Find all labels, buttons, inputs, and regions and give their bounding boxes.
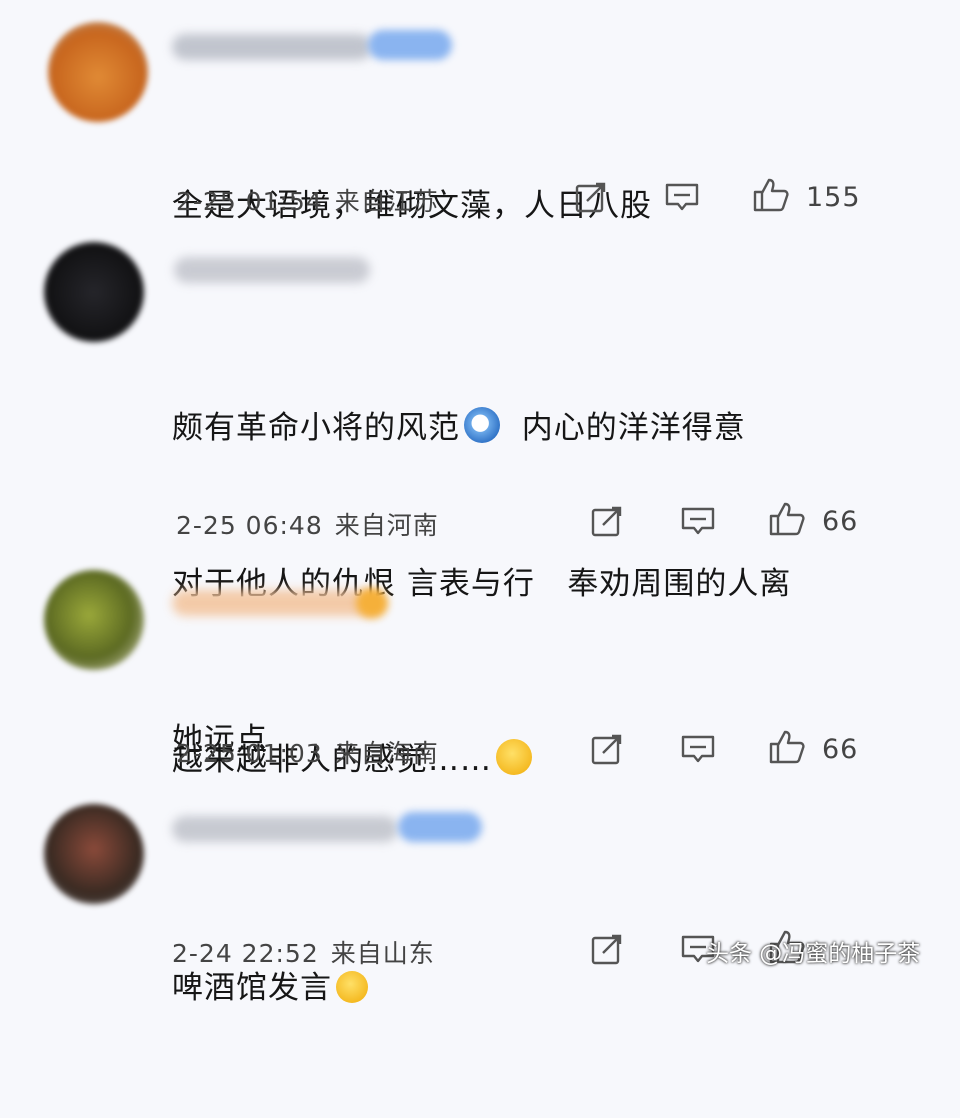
avatar[interactable]: [48, 22, 148, 122]
comment-date: 2-25 01:03: [176, 739, 323, 768]
avatar[interactable]: [44, 242, 144, 342]
repost-icon[interactable]: [590, 504, 624, 538]
comment-meta: 2-25 01:54 来自江苏: [176, 182, 439, 218]
comment-line: 颇有革命小将的风范 内心的洋洋得意: [172, 402, 791, 454]
comment-meta: 2-25 06:48 来自河南: [176, 506, 439, 542]
doge-emoji-icon: [464, 407, 500, 443]
comment-text: 啤酒馆发言: [172, 858, 368, 1118]
username-blurred[interactable]: [174, 257, 370, 283]
like-icon[interactable]: [752, 176, 790, 214]
comment-location: 来自江苏: [334, 187, 439, 216]
repost-icon[interactable]: [574, 180, 608, 214]
comment-date: 2-25 06:48: [176, 511, 323, 540]
comment-meta: 2-25 01:03 来自海南: [176, 734, 439, 770]
comment-line-part: 颇有革命小将的风范: [172, 410, 460, 446]
user-badge: [398, 812, 482, 842]
comment-date: 2-25 01:54: [176, 187, 323, 216]
comment-location: 来自海南: [334, 739, 439, 768]
comment-location: 来自河南: [334, 511, 439, 540]
like-count: 155: [806, 182, 861, 213]
comment-icon[interactable]: [680, 732, 716, 766]
username-blurred[interactable]: [172, 34, 372, 60]
like-count: 66: [822, 734, 859, 765]
comment-date: 2-24 22:52: [172, 939, 319, 968]
comment-line-part: 内心的洋洋得意: [500, 410, 746, 446]
user-badge: [368, 30, 452, 60]
comment-meta: 2-24 22:52 来自山东: [172, 934, 435, 970]
comment-icon[interactable]: [680, 504, 716, 538]
watermark: 头条 @冯蜜的柚子茶: [706, 941, 921, 967]
username-blurred[interactable]: [172, 590, 382, 616]
avatar[interactable]: [44, 570, 144, 670]
laugh-emoji-icon: [336, 971, 368, 1003]
sweat-emoji-icon: [496, 739, 532, 775]
comment-icon[interactable]: [664, 180, 700, 214]
repost-icon[interactable]: [590, 932, 624, 966]
like-icon[interactable]: [768, 728, 806, 766]
comment-location: 来自山东: [330, 939, 435, 968]
like-count: 66: [822, 506, 859, 537]
user-badge: [356, 588, 388, 618]
comment-line-part: 啤酒馆发言: [172, 970, 332, 1006]
like-icon[interactable]: [768, 500, 806, 538]
repost-icon[interactable]: [590, 732, 624, 766]
avatar[interactable]: [44, 804, 144, 904]
username-blurred[interactable]: [172, 816, 398, 842]
